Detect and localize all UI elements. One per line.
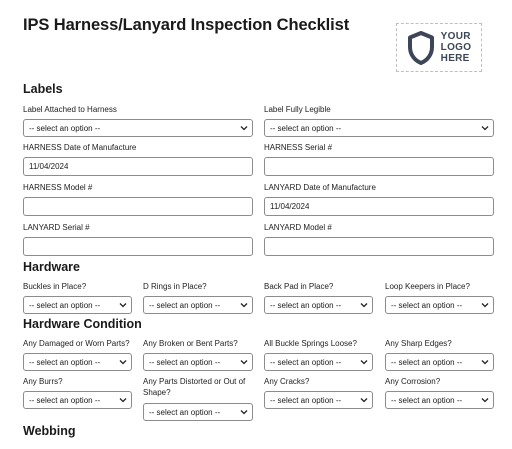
loop-keepers-label: Loop Keepers in Place?: [385, 282, 470, 291]
sharp-edges-label: Any Sharp Edges?: [385, 339, 452, 348]
broken-bent-label: Any Broken or Bent Parts?: [143, 339, 238, 348]
chevron-down-icon: [481, 126, 489, 131]
loop-keepers-select[interactable]: -- select an option --: [385, 296, 494, 314]
burrs-label: Any Burrs?: [23, 377, 63, 386]
buckle-springs-label: All Buckle Springs Loose?: [264, 339, 357, 348]
harness-date-input[interactable]: 11/04/2024: [23, 157, 253, 176]
logo-text: YOUR LOGO HERE: [440, 31, 472, 64]
chevron-down-icon: [481, 398, 489, 403]
chevron-down-icon: [481, 303, 489, 308]
chevron-down-icon: [360, 303, 368, 308]
lanyard-date-input[interactable]: 11/04/2024: [264, 197, 494, 216]
label-attached-label: Label Attached to Harness: [23, 105, 117, 114]
buckles-select[interactable]: -- select an option --: [23, 296, 132, 314]
harness-model-input[interactable]: [23, 197, 253, 216]
label-legible-label: Label Fully Legible: [264, 105, 331, 114]
damaged-worn-select[interactable]: -- select an option --: [23, 353, 132, 371]
sharp-edges-select[interactable]: -- select an option --: [385, 353, 494, 371]
section-heading-webbing: Webbing: [23, 424, 76, 438]
harness-date-label: HARNESS Date of Manufacture: [23, 143, 137, 152]
chevron-down-icon: [119, 303, 127, 308]
chevron-down-icon: [240, 126, 248, 131]
d-rings-select[interactable]: -- select an option --: [143, 296, 253, 314]
chevron-down-icon: [240, 303, 248, 308]
page-title: IPS Harness/Lanyard Inspection Checklist: [23, 16, 350, 34]
lanyard-model-label: LANYARD Model #: [264, 223, 332, 232]
corrosion-select[interactable]: -- select an option --: [385, 391, 494, 409]
burrs-select[interactable]: -- select an option --: [23, 391, 132, 409]
broken-bent-select[interactable]: -- select an option --: [143, 353, 253, 371]
chevron-down-icon: [240, 410, 248, 415]
corrosion-label: Any Corrosion?: [385, 377, 441, 386]
lanyard-model-input[interactable]: [264, 237, 494, 256]
chevron-down-icon: [360, 398, 368, 403]
chevron-down-icon: [240, 360, 248, 365]
distorted-select[interactable]: -- select an option --: [143, 403, 253, 421]
chevron-down-icon: [481, 360, 489, 365]
label-legible-select[interactable]: -- select an option --: [264, 119, 494, 137]
chevron-down-icon: [360, 360, 368, 365]
distorted-label: Any Parts Distorted or Out of Shape?: [143, 377, 246, 397]
chevron-down-icon: [119, 398, 127, 403]
buckles-label: Buckles in Place?: [23, 282, 87, 291]
label-attached-select[interactable]: -- select an option --: [23, 119, 253, 137]
harness-model-label: HARNESS Model #: [23, 183, 93, 192]
buckle-springs-select[interactable]: -- select an option --: [264, 353, 373, 371]
shield-logo-icon: [407, 30, 434, 65]
section-heading-labels: Labels: [23, 82, 63, 96]
d-rings-label: D Rings in Place?: [143, 282, 207, 291]
section-heading-hardware: Hardware: [23, 260, 80, 274]
lanyard-serial-label: LANYARD Serial #: [23, 223, 90, 232]
back-pad-select[interactable]: -- select an option --: [264, 296, 373, 314]
cracks-select[interactable]: -- select an option --: [264, 391, 373, 409]
harness-serial-input[interactable]: [264, 157, 494, 176]
back-pad-label: Back Pad in Place?: [264, 282, 334, 291]
lanyard-date-label: LANYARD Date of Manufacture: [264, 183, 376, 192]
section-heading-hardware-condition: Hardware Condition: [23, 317, 142, 331]
harness-serial-label: HARNESS Serial #: [264, 143, 333, 152]
chevron-down-icon: [119, 360, 127, 365]
inspection-form: IPS Harness/Lanyard Inspection Checklist…: [0, 0, 512, 449]
cracks-label: Any Cracks?: [264, 377, 310, 386]
damaged-worn-label: Any Damaged or Worn Parts?: [23, 339, 130, 348]
lanyard-serial-input[interactable]: [23, 237, 253, 256]
logo-placeholder: YOUR LOGO HERE: [396, 23, 482, 72]
